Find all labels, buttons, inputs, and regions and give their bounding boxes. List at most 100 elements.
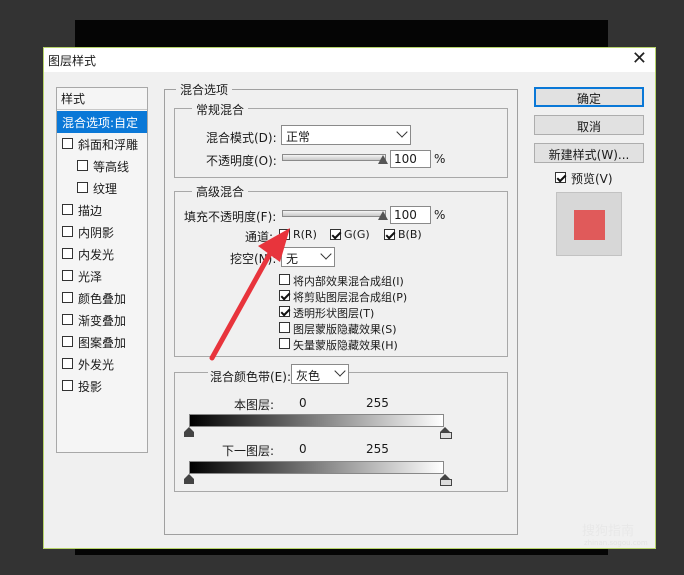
style-item-label: 图案叠加 <box>78 336 127 350</box>
this-layer-gradient <box>189 414 444 427</box>
watermark: 搜狗指南 zhinan.sogou.com <box>582 520 648 547</box>
this-layer-min: 0 <box>299 396 307 410</box>
fill-opacity-label: 填充不透明度(F): <box>184 210 277 224</box>
style-item[interactable]: 内阴影 <box>57 221 147 243</box>
watermark-text: 搜狗指南 <box>582 524 635 539</box>
style-item-label: 等高线 <box>93 160 130 174</box>
style-item-checkbox[interactable] <box>62 336 73 347</box>
style-item-checkbox[interactable] <box>77 160 88 171</box>
fill-opacity-input[interactable]: 100 <box>390 206 431 224</box>
style-item-checkbox[interactable] <box>62 314 73 325</box>
fill-opacity-unit: % <box>434 208 446 222</box>
chevron-down-icon <box>396 126 408 138</box>
advanced-option-checkbox[interactable] <box>279 274 290 285</box>
style-item[interactable]: 外发光 <box>57 353 147 375</box>
underlying-layer-min: 0 <box>299 442 307 456</box>
advanced-option-checkbox[interactable] <box>279 290 290 301</box>
preview-label: 预览(V) <box>571 172 613 186</box>
style-list-header[interactable]: 样式 <box>57 88 147 110</box>
style-item-checkbox[interactable] <box>77 182 88 193</box>
advanced-option-checkbox[interactable] <box>279 306 290 317</box>
underlying-layer-white-thumb[interactable] <box>440 474 452 486</box>
close-icon[interactable]: ✕ <box>632 49 647 69</box>
style-item-label: 渐变叠加 <box>78 314 127 328</box>
chevron-down-icon <box>320 248 332 260</box>
channels-label: 通道: <box>245 230 274 244</box>
advanced-option-checkbox[interactable] <box>279 322 290 333</box>
underlying-layer-black-thumb[interactable] <box>184 474 194 484</box>
dialog-title: 图层样式 <box>48 54 97 68</box>
blend-mode-value: 正常 <box>286 130 311 144</box>
advanced-option-label: 矢量蒙版隐藏效果(H) <box>293 339 398 352</box>
advanced-option-label: 透明形状图层(T) <box>293 307 375 320</box>
style-item-checkbox[interactable] <box>62 270 73 281</box>
channel-checkbox[interactable] <box>384 229 395 240</box>
preview-toggle[interactable]: 预览(V) <box>555 170 635 188</box>
advanced-option-checkbox[interactable] <box>279 338 290 349</box>
style-item-checkbox[interactable] <box>62 138 73 149</box>
fill-opacity-slider[interactable] <box>282 210 386 217</box>
style-item-checkbox[interactable] <box>62 226 73 237</box>
style-item-label: 颜色叠加 <box>78 292 127 306</box>
underlying-layer-label: 下一图层: <box>222 444 275 458</box>
new-style-button[interactable]: 新建样式(W)... <box>534 143 644 163</box>
underlying-layer-max: 255 <box>366 442 389 456</box>
blending-options-title: 混合选项 <box>176 81 233 98</box>
style-item[interactable]: 渐变叠加 <box>57 309 147 331</box>
style-item-label: 内发光 <box>78 248 115 262</box>
style-item[interactable]: 投影 <box>57 375 147 397</box>
cancel-button[interactable]: 取消 <box>534 115 644 135</box>
style-item[interactable]: 混合选项:自定 <box>57 111 147 133</box>
opacity-slider[interactable] <box>282 154 386 161</box>
style-item-checkbox[interactable] <box>62 292 73 303</box>
advanced-blending-title: 高级混合 <box>192 183 249 200</box>
title-bar[interactable]: 图层样式 ✕ <box>44 48 655 72</box>
opacity-slider-thumb[interactable] <box>378 155 388 164</box>
style-item-label: 光泽 <box>78 270 103 284</box>
opacity-unit: % <box>434 152 446 166</box>
this-layer-black-thumb[interactable] <box>184 427 194 437</box>
knockout-select[interactable]: 无 <box>281 247 335 267</box>
preview-checkbox[interactable] <box>555 172 566 183</box>
blend-mode-label: 混合模式(D): <box>206 131 277 145</box>
style-item-label: 混合选项:自定 <box>62 116 139 130</box>
opacity-label: 不透明度(O): <box>206 154 277 168</box>
blend-if-group <box>174 372 508 492</box>
channel-checkbox[interactable] <box>279 229 290 240</box>
this-layer-max: 255 <box>366 396 389 410</box>
watermark-subtext: zhinan.sogou.com <box>584 539 648 547</box>
style-item[interactable]: 内发光 <box>57 243 147 265</box>
style-item-checkbox[interactable] <box>62 358 73 369</box>
style-item[interactable]: 描边 <box>57 199 147 221</box>
knockout-value: 无 <box>286 252 299 266</box>
style-item-label: 外发光 <box>78 358 115 372</box>
blend-mode-select[interactable]: 正常 <box>281 125 411 145</box>
style-item-checkbox[interactable] <box>62 380 73 391</box>
opacity-input[interactable]: 100 <box>390 150 431 168</box>
style-item[interactable]: 颜色叠加 <box>57 287 147 309</box>
style-item-checkbox[interactable] <box>62 248 73 259</box>
style-preview <box>556 192 622 256</box>
this-layer-white-thumb[interactable] <box>440 427 452 439</box>
layer-style-dialog: 图层样式 ✕ 样式 混合选项:自定斜面和浮雕等高线纹理描边内阴影内发光光泽颜色叠… <box>43 47 656 549</box>
blend-if-label: 混合颜色带(E): <box>208 368 293 385</box>
channel-checkbox[interactable] <box>330 229 341 240</box>
style-item[interactable]: 纹理 <box>57 177 147 199</box>
channel-label: B(B) <box>398 228 422 241</box>
style-item-label: 内阴影 <box>78 226 115 240</box>
style-item-label: 纹理 <box>93 182 118 196</box>
style-item[interactable]: 斜面和浮雕 <box>57 133 147 155</box>
advanced-option-label: 将内部效果混合成组(I) <box>293 275 404 288</box>
fill-opacity-slider-thumb[interactable] <box>378 211 388 220</box>
chevron-down-icon <box>334 365 346 377</box>
style-item-label: 投影 <box>78 380 103 394</box>
ok-button[interactable]: 确定 <box>534 87 644 107</box>
blend-if-select[interactable]: 灰色 <box>291 364 349 384</box>
style-item[interactable]: 等高线 <box>57 155 147 177</box>
style-list: 样式 混合选项:自定斜面和浮雕等高线纹理描边内阴影内发光光泽颜色叠加渐变叠加图案… <box>56 87 148 453</box>
style-item-checkbox[interactable] <box>62 204 73 215</box>
style-item-label: 描边 <box>78 204 103 218</box>
advanced-option-label: 图层蒙版隐藏效果(S) <box>293 323 397 336</box>
style-item[interactable]: 图案叠加 <box>57 331 147 353</box>
style-item[interactable]: 光泽 <box>57 265 147 287</box>
